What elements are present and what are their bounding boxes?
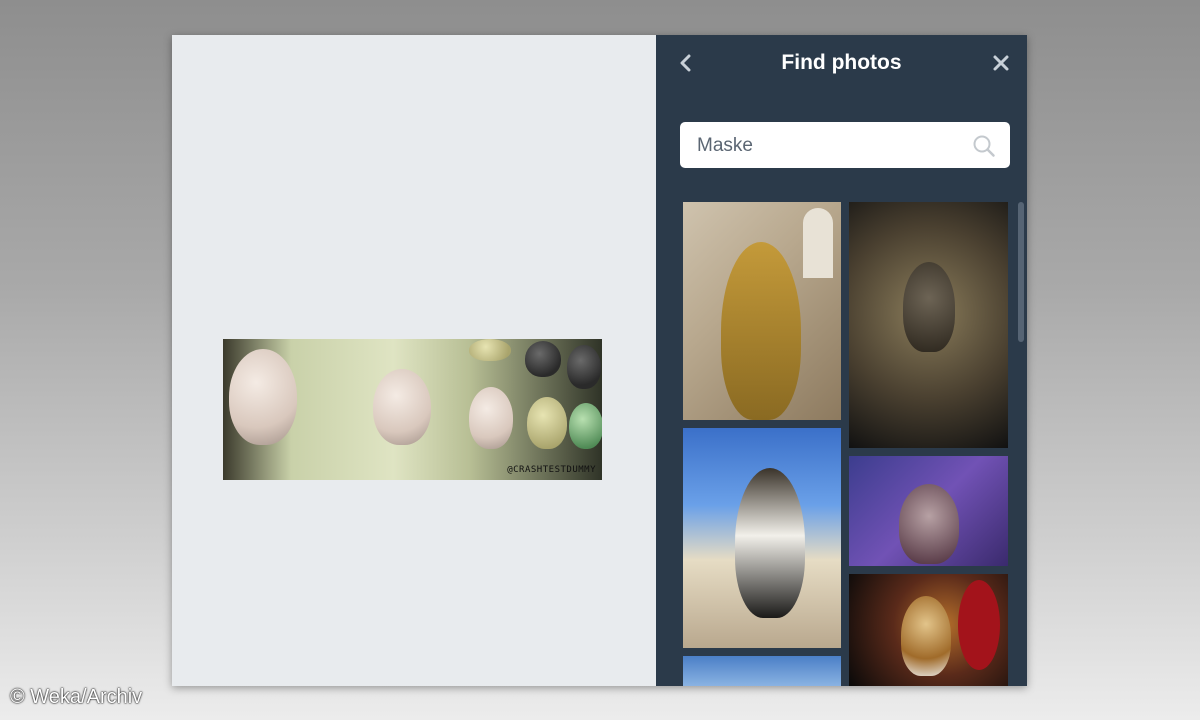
red-feathers	[958, 580, 1000, 670]
gas-mask-figure	[903, 262, 955, 352]
photo-result[interactable]	[683, 202, 841, 420]
mannequin-head	[469, 387, 513, 449]
panel-header: Find photos	[656, 35, 1027, 95]
mannequin-head	[527, 397, 567, 449]
mannequin-head	[373, 369, 431, 445]
image-credit: © Weka/Archiv	[10, 686, 143, 708]
close-icon	[993, 55, 1009, 71]
results-scrollbar[interactable]	[1018, 202, 1024, 342]
photo-result[interactable]	[683, 656, 841, 686]
mannequin-head	[567, 345, 601, 389]
mannequin-head	[569, 403, 602, 449]
photo-result[interactable]	[849, 574, 1008, 686]
statue-figure	[721, 242, 801, 420]
search-icon[interactable]	[972, 134, 996, 158]
window-arch	[803, 208, 833, 278]
mannequin-head	[525, 341, 561, 377]
close-button[interactable]	[989, 51, 1013, 75]
panel-title: Find photos	[781, 51, 902, 74]
find-photos-panel: Find photos	[656, 35, 1027, 686]
canvas-area[interactable]: @CRASHTESTDUMMY	[172, 35, 656, 686]
photo-result[interactable]	[849, 202, 1008, 448]
canvas-photo-mannequin-heads[interactable]: @CRASHTESTDUMMY	[223, 339, 602, 480]
photo-result[interactable]	[849, 456, 1008, 566]
bird-figure	[735, 468, 805, 618]
photo-result[interactable]	[683, 428, 841, 648]
mannequin-head	[229, 349, 297, 445]
app-window: @CRASHTESTDUMMY Find photos	[172, 35, 1027, 686]
search-input[interactable]	[695, 122, 969, 170]
horned-mask-figure	[899, 484, 959, 564]
search-box[interactable]	[680, 122, 1010, 170]
photo-results-grid	[683, 202, 1013, 686]
venetian-mask-figure	[901, 596, 951, 676]
photo-watermark: @CRASHTESTDUMMY	[507, 465, 596, 475]
mannequin-head	[469, 339, 511, 361]
